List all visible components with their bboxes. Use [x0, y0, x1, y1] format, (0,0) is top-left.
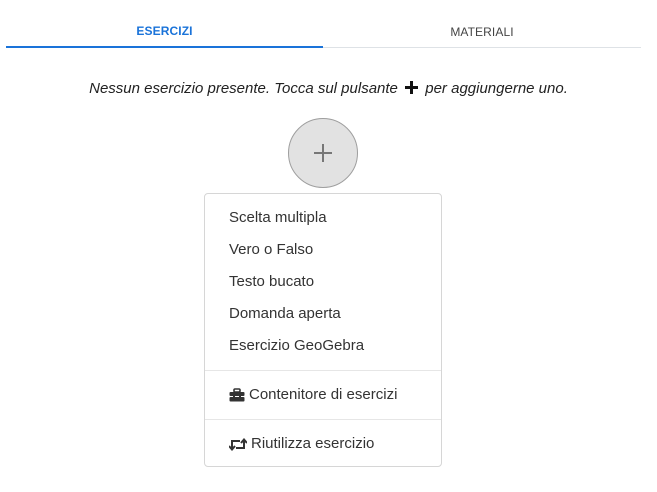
menu-item-riutilizza[interactable]: Riutilizza esercizio	[229, 428, 374, 460]
retweet-icon	[229, 437, 247, 451]
empty-state-message: Nessun esercizio presente. Tocca sul pul…	[0, 80, 657, 97]
menu-item-contenitore[interactable]: Contenitore di esercizi	[229, 379, 397, 411]
menu-item-vero-o-falso[interactable]: Vero o Falso	[229, 234, 313, 266]
menu-item-label: Riutilizza esercizio	[251, 435, 375, 452]
plus-icon	[314, 144, 332, 162]
menu-item-label: Contenitore di esercizi	[249, 386, 398, 403]
empty-message-before: Nessun esercizio presente. Tocca sul pul…	[89, 80, 398, 97]
plus-icon	[405, 81, 419, 94]
menu-item-esercizio-geogebra[interactable]: Esercizio GeoGebra	[229, 330, 364, 362]
tab-bar: ESERCIZI MATERIALI	[6, 16, 641, 48]
menu-divider	[205, 370, 441, 371]
tab-materiali[interactable]: MATERIALI	[323, 16, 641, 47]
menu-item-testo-bucato[interactable]: Testo bucato	[229, 266, 314, 298]
menu-item-scelta-multipla[interactable]: Scelta multipla	[229, 202, 327, 234]
tab-esercizi[interactable]: ESERCIZI	[6, 16, 323, 48]
menu-item-domanda-aperta[interactable]: Domanda aperta	[229, 298, 341, 330]
exercises-page: ESERCIZI MATERIALI Nessun esercizio pres…	[0, 0, 657, 492]
add-exercise-button[interactable]	[288, 118, 358, 188]
add-exercise-menu: Scelta multipla Vero o Falso Testo bucat…	[204, 193, 442, 467]
empty-message-after: per aggiungerne uno.	[425, 80, 568, 97]
menu-divider	[205, 419, 441, 420]
toolbox-icon	[229, 388, 245, 402]
